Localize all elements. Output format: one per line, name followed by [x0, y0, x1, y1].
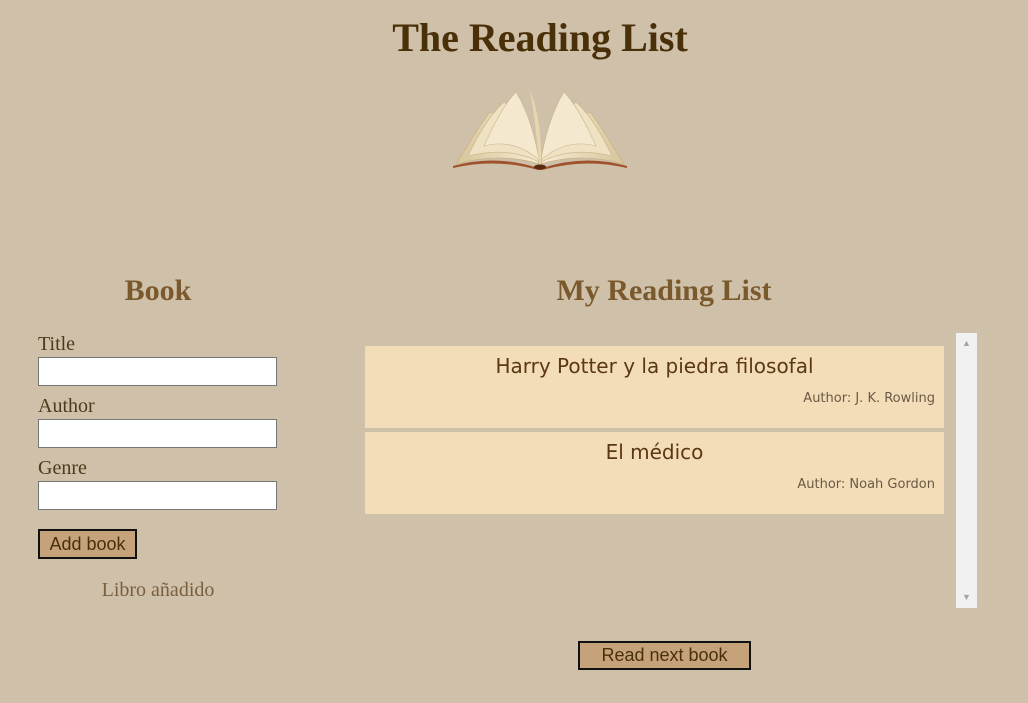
title-input[interactable] [38, 357, 277, 386]
page-title: The Reading List [392, 15, 688, 60]
list-scrollbar[interactable]: ▲ ▼ [956, 333, 977, 608]
book-form-heading: Book [124, 274, 192, 307]
reading-list-heading: My Reading List [556, 274, 772, 307]
reading-list-items: Harry Potter y la piedra filosofal Autho… [365, 346, 944, 518]
scroll-up-arrow-icon[interactable]: ▲ [956, 335, 977, 352]
open-book-icon [453, 90, 627, 170]
status-message: Libro añadido [101, 579, 215, 601]
author-label: Author [38, 395, 95, 417]
book-title: Harry Potter y la piedra filosofal [495, 354, 814, 378]
read-next-book-button[interactable]: Read next book [578, 641, 751, 670]
scroll-down-arrow-icon[interactable]: ▼ [956, 589, 977, 606]
author-input[interactable] [38, 419, 277, 448]
book-card[interactable]: El médico Author: Noah Gordon [365, 432, 944, 514]
title-label: Title [38, 333, 76, 355]
book-card[interactable]: Harry Potter y la piedra filosofal Autho… [365, 346, 944, 428]
reading-list-container[interactable]: Harry Potter y la piedra filosofal Autho… [365, 333, 977, 608]
add-book-form: Title Author Genre [38, 332, 298, 518]
book-author: Author: Noah Gordon [797, 477, 935, 492]
add-book-button[interactable]: Add book [38, 529, 137, 559]
genre-input[interactable] [38, 481, 277, 510]
book-author: Author: J. K. Rowling [803, 391, 935, 406]
book-title: El médico [605, 440, 704, 464]
genre-label: Genre [38, 457, 87, 479]
